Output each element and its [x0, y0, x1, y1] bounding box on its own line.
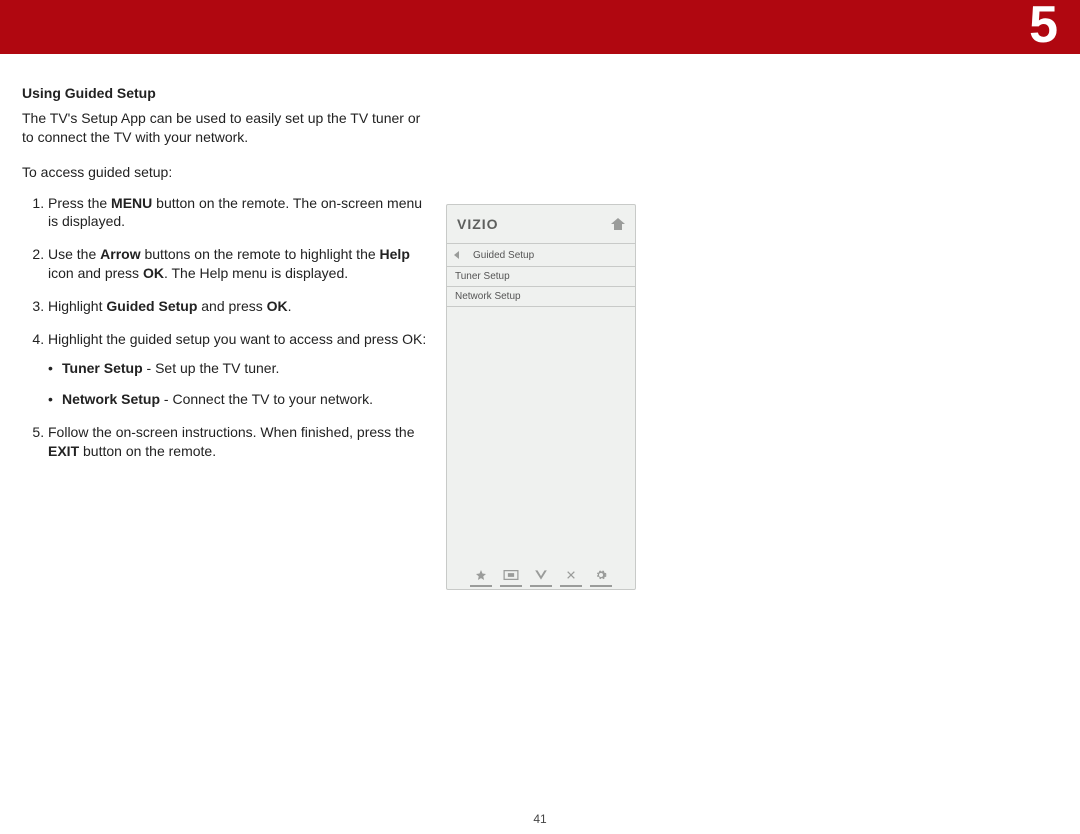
chapter-number: 5 — [1029, 0, 1058, 52]
tv-menu-title: Guided Setup — [473, 250, 534, 261]
step-1: Press the MENU button on the remote. The… — [48, 194, 428, 232]
section-heading: Using Guided Setup — [22, 84, 428, 103]
tv-menu-item: Tuner Setup — [447, 267, 635, 287]
wide-icon — [500, 565, 522, 587]
sub-list: Tuner Setup - Set up the TV tuner. Netwo… — [48, 359, 428, 409]
star-icon — [470, 565, 492, 587]
step-3: Highlight Guided Setup and press OK. — [48, 297, 428, 316]
step-4: Highlight the guided setup you want to a… — [48, 330, 428, 409]
gear-icon — [590, 565, 612, 587]
step-5: Follow the on-screen instructions. When … — [48, 423, 428, 461]
step-list: Press the MENU button on the remote. The… — [22, 194, 428, 461]
back-arrow-icon — [453, 248, 463, 262]
intro-paragraph: The TV's Setup App can be used to easily… — [22, 109, 428, 147]
close-icon — [560, 565, 582, 587]
page-number: 41 — [0, 812, 1080, 826]
v-icon — [530, 565, 552, 587]
chapter-bar: 5 — [0, 0, 1080, 54]
home-icon — [611, 218, 625, 230]
tv-footer-icons — [447, 563, 635, 589]
tv-menu-item: Network Setup — [447, 287, 635, 307]
sub-item-tuner: Tuner Setup - Set up the TV tuner. — [62, 359, 428, 378]
tv-menu-title-row: Guided Setup — [447, 243, 635, 267]
step-2: Use the Arrow buttons on the remote to h… — [48, 245, 428, 283]
lead-line: To access guided setup: — [22, 163, 428, 182]
tv-brand-label: VIZIO — [457, 216, 499, 232]
tv-menu-screenshot: VIZIO Guided Setup Tuner Setup Network S… — [446, 204, 636, 590]
sub-item-network: Network Setup - Connect the TV to your n… — [62, 390, 428, 409]
